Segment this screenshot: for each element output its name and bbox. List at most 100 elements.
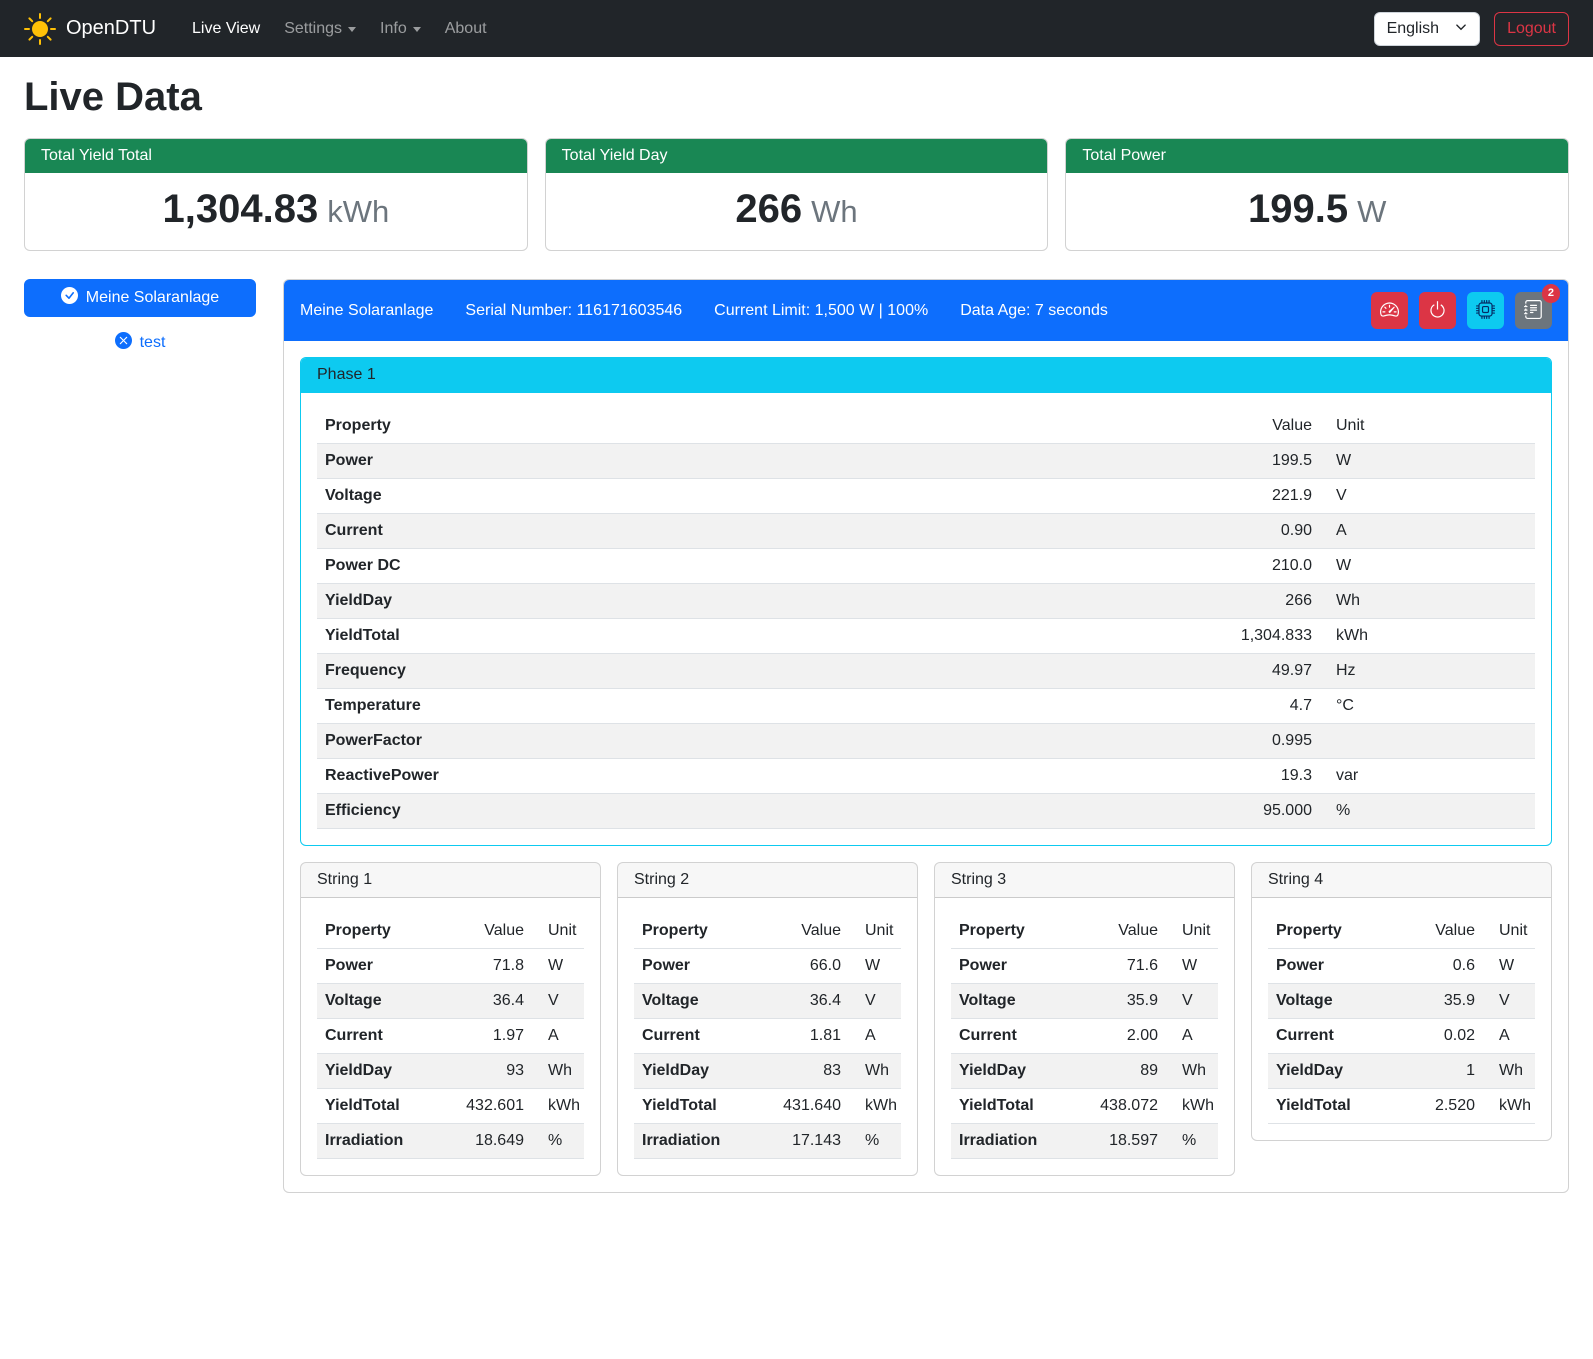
content-row: Meine Solaranlage test Meine Solaranlage… — [24, 279, 1569, 1193]
inverter-select-meine-solaranlage[interactable]: Meine Solaranlage — [24, 279, 256, 317]
string-1-table: Property Value Unit Power71.8WVoltage36.… — [317, 914, 584, 1159]
limit-settings-button[interactable] — [1371, 292, 1408, 329]
speedometer-icon — [1380, 300, 1399, 322]
table-row: Voltage36.4V — [634, 984, 901, 1019]
table-row: YieldDay1Wh — [1268, 1054, 1535, 1089]
table-row: PowerFactor0.995 — [317, 724, 1535, 759]
value-cell: 210.0 — [1200, 549, 1320, 584]
unit-cell: kWh — [1166, 1089, 1218, 1124]
value-cell: 221.9 — [1200, 479, 1320, 514]
property-cell: Power — [951, 949, 1082, 984]
string-4-table: Property Value Unit Power0.6WVoltage35.9… — [1268, 914, 1535, 1124]
total-yield-total-card: Total Yield Total 1,304.83kWh — [24, 138, 528, 251]
string-card-title: String 1 — [301, 863, 600, 898]
value-cell: 35.9 — [1082, 984, 1166, 1019]
nav-item-label: Live View — [192, 20, 260, 38]
string-card-body: Property Value Unit Power0.6WVoltage35.9… — [1252, 898, 1551, 1140]
card-title: Total Yield Total — [25, 139, 527, 173]
column-header-property: Property — [1268, 914, 1399, 949]
column-header-unit: Unit — [849, 914, 901, 949]
unit-cell: V — [1166, 984, 1218, 1019]
property-cell: YieldTotal — [1268, 1089, 1399, 1124]
property-cell: YieldDay — [317, 584, 1200, 619]
property-cell: Current — [951, 1019, 1082, 1054]
string-2-card: String 2 Property Value Unit — [617, 862, 918, 1176]
logout-button[interactable]: Logout — [1494, 12, 1569, 46]
value-cell: 0.02 — [1399, 1019, 1483, 1054]
value-cell: 1.81 — [765, 1019, 849, 1054]
value-cell: 18.597 — [1082, 1124, 1166, 1159]
unit-cell: W — [1320, 444, 1535, 479]
value-cell: 199.5 — [1200, 444, 1320, 479]
string-card-title: String 2 — [618, 863, 917, 898]
table-row: YieldTotal432.601kWh — [317, 1089, 584, 1124]
nav-item-about[interactable]: About — [433, 12, 499, 46]
string-card-body: Property Value Unit Power71.8WVoltage36.… — [301, 898, 600, 1175]
value-cell: 35.9 — [1399, 984, 1483, 1019]
column-header-property: Property — [317, 914, 448, 949]
string-4-card: String 4 Property Value Unit — [1251, 862, 1552, 1141]
current-limit: Current Limit: 1,500 W | 100% — [714, 302, 928, 320]
property-cell: Current — [317, 1019, 448, 1054]
inverter-panel-body: Phase 1 Property Value Unit Power199.5WV… — [284, 341, 1568, 1192]
chevron-down-icon — [1455, 20, 1467, 38]
property-cell: YieldDay — [1268, 1054, 1399, 1089]
table-row: YieldTotal438.072kWh — [951, 1089, 1218, 1124]
value-cell: 2.00 — [1082, 1019, 1166, 1054]
unit-cell: % — [532, 1124, 584, 1159]
table-row: Voltage221.9V — [317, 479, 1535, 514]
table-row: Power0.6W — [1268, 949, 1535, 984]
value-cell: 2.520 — [1399, 1089, 1483, 1124]
nav-item-live-view[interactable]: Live View — [180, 12, 272, 46]
unit-cell: W — [1320, 549, 1535, 584]
power-settings-button[interactable] — [1419, 292, 1456, 329]
card-body: 266Wh — [546, 173, 1048, 250]
table-header-row: Property Value Unit — [951, 914, 1218, 949]
unit-cell: kWh — [1320, 619, 1535, 654]
column-header-unit: Unit — [532, 914, 584, 949]
string-card-body: Property Value Unit Power66.0WVoltage36.… — [618, 898, 917, 1175]
unit-cell: kWh — [1483, 1089, 1535, 1124]
total-power-card: Total Power 199.5W — [1065, 138, 1569, 251]
property-cell: Power — [1268, 949, 1399, 984]
navbar: OpenDTU Live View Settings Info About En… — [0, 0, 1593, 57]
table-row: Temperature4.7°C — [317, 689, 1535, 724]
device-info-button[interactable] — [1467, 292, 1504, 329]
column-header-value: Value — [1200, 409, 1320, 444]
journal-icon — [1524, 300, 1543, 322]
nav-item-info[interactable]: Info — [368, 12, 433, 46]
string-card-title: String 4 — [1252, 863, 1551, 898]
property-cell: Power — [317, 949, 448, 984]
sun-icon — [24, 13, 56, 45]
table-row: Power71.8W — [317, 949, 584, 984]
property-cell: Current — [317, 514, 1200, 549]
unit-cell: V — [532, 984, 584, 1019]
nav-item-label: Info — [380, 20, 407, 38]
nav-item-settings[interactable]: Settings — [272, 12, 368, 46]
string-card-body: Property Value Unit Power71.6WVoltage35.… — [935, 898, 1234, 1175]
event-count-badge: 2 — [1542, 284, 1560, 303]
value-cell: 19.3 — [1200, 759, 1320, 794]
property-cell: PowerFactor — [317, 724, 1200, 759]
language-select[interactable]: English — [1374, 12, 1480, 46]
table-row: Irradiation17.143% — [634, 1124, 901, 1159]
unit-cell: W — [532, 949, 584, 984]
table-row: YieldDay93Wh — [317, 1054, 584, 1089]
unit-cell: W — [1483, 949, 1535, 984]
property-cell: Power — [634, 949, 765, 984]
property-cell: Temperature — [317, 689, 1200, 724]
inverter-select-test[interactable]: test — [24, 324, 256, 362]
unit-cell: kWh — [532, 1089, 584, 1124]
table-row: ReactivePower19.3var — [317, 759, 1535, 794]
app-brand[interactable]: OpenDTU — [24, 13, 156, 45]
table-row: YieldDay83Wh — [634, 1054, 901, 1089]
table-row: Frequency49.97Hz — [317, 654, 1535, 689]
unit-cell: Wh — [1166, 1054, 1218, 1089]
table-row: YieldTotal1,304.833kWh — [317, 619, 1535, 654]
unit-cell: A — [1166, 1019, 1218, 1054]
column-header-value: Value — [765, 914, 849, 949]
unit-cell: W — [849, 949, 901, 984]
unit-cell: var — [1320, 759, 1535, 794]
inverter-panel-header: Meine Solaranlage Serial Number: 1161716… — [284, 280, 1568, 341]
event-log-button[interactable]: 2 — [1515, 292, 1552, 329]
